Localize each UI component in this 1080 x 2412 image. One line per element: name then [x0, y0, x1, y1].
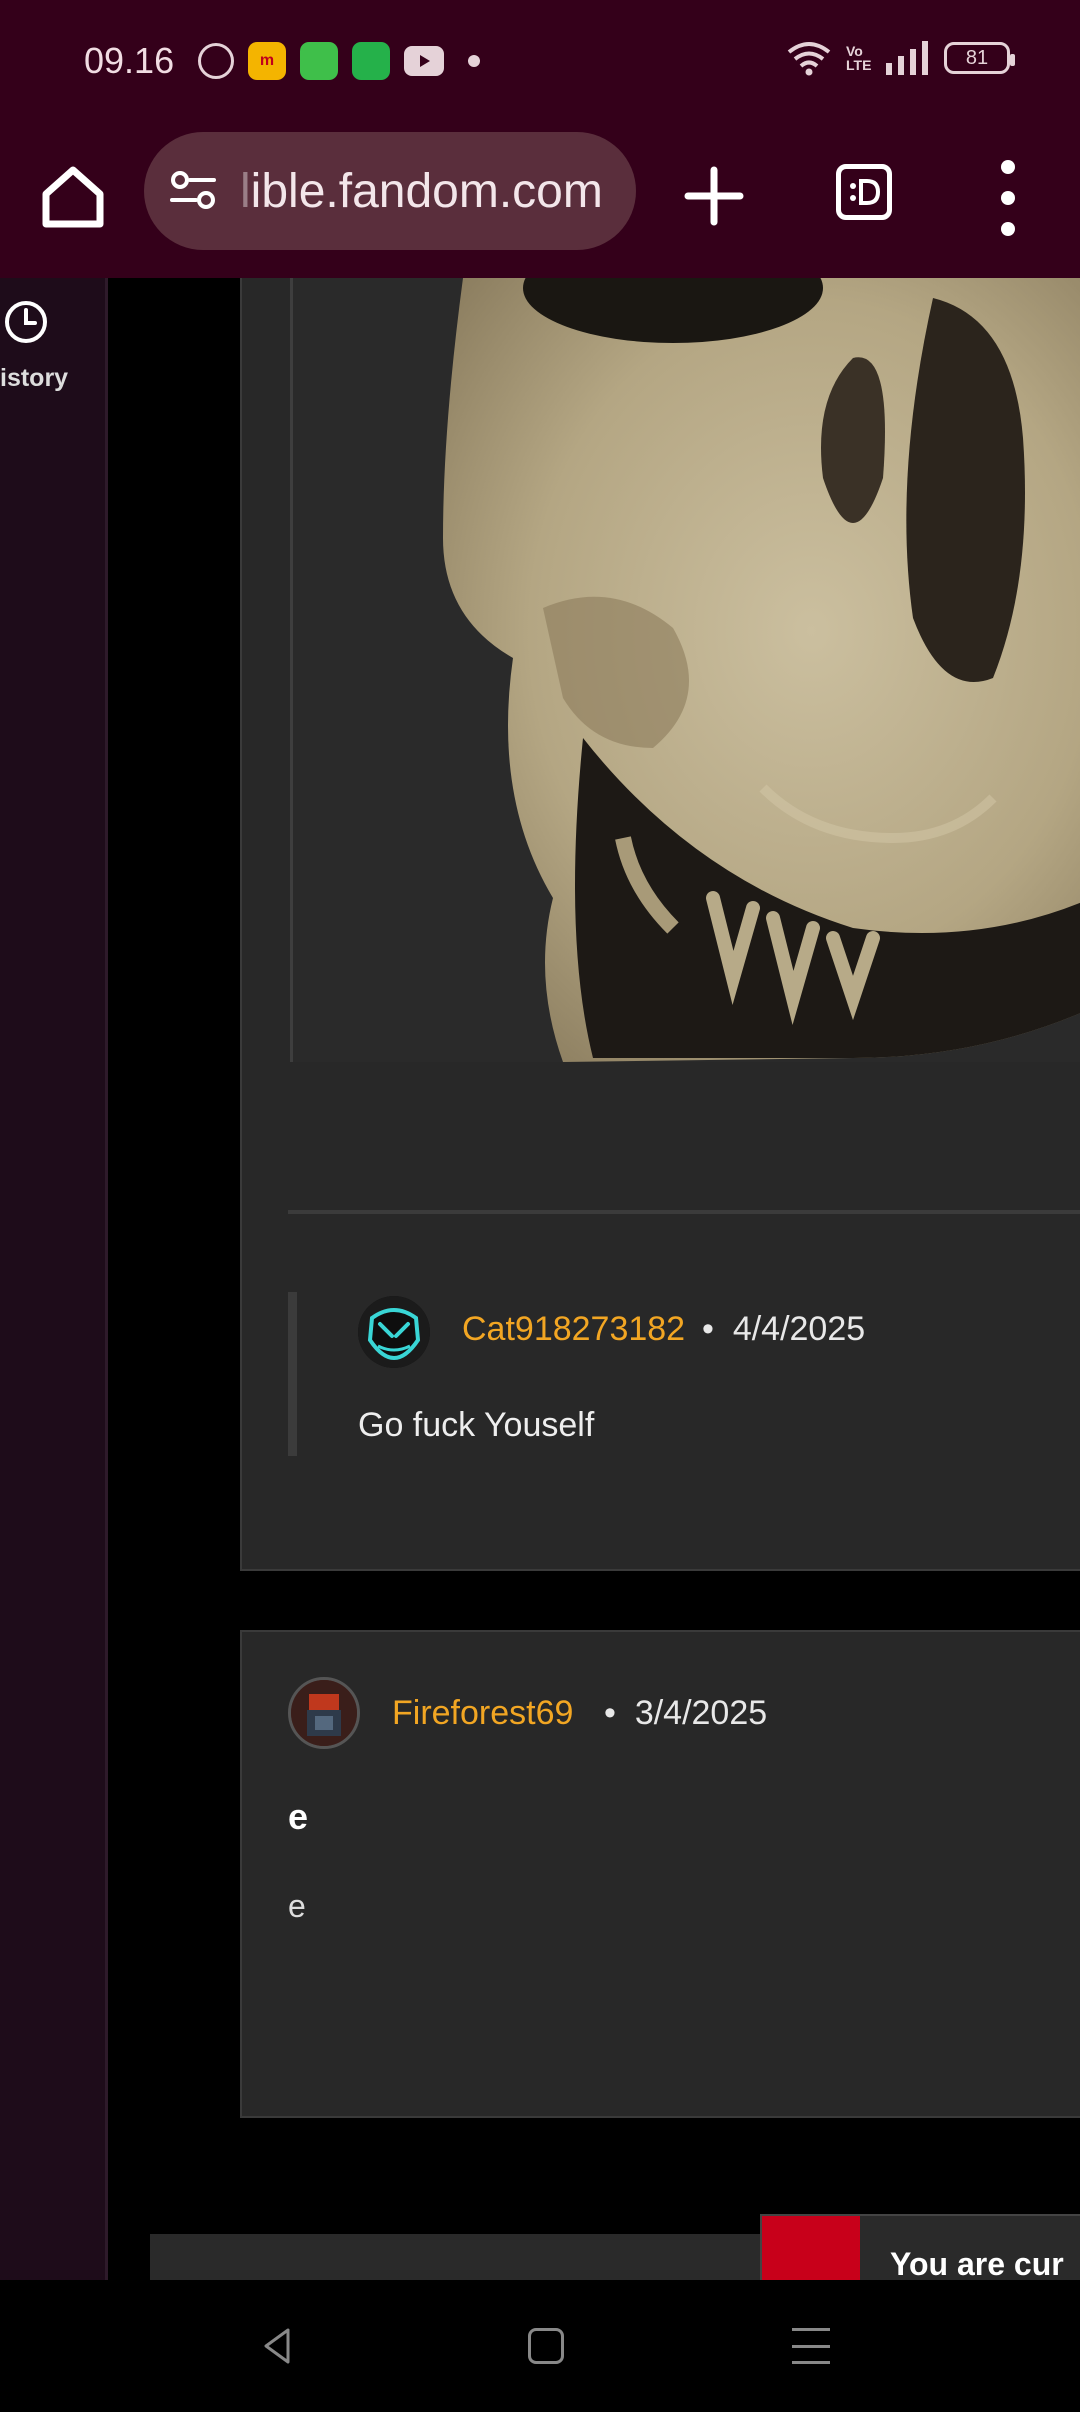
status-bar: 09.16 m Vo LTE 81 [0, 0, 1080, 120]
fandom-side-rail: istory [0, 278, 108, 2280]
skull-image[interactable] [293, 278, 1080, 1062]
new-tab-icon[interactable] [680, 162, 748, 230]
wifi-icon [787, 42, 831, 76]
battery-icon: 81 [944, 42, 1015, 74]
comment-body: e [288, 1888, 306, 1924]
tab-switcher-icon [850, 179, 881, 205]
recents-icon[interactable] [792, 2328, 830, 2364]
quote-border [290, 278, 293, 1062]
battery-level: 81 [965, 46, 989, 69]
status-time: 09.16 [84, 40, 175, 81]
url-text[interactable]: lible.fandom.com [240, 164, 620, 219]
whatsapp-icon [198, 43, 234, 79]
reply-username[interactable]: Cat918273182 [462, 1310, 685, 1349]
comment-avatar[interactable] [288, 1677, 360, 1749]
comment-title: e [288, 1796, 309, 1837]
myim3-icon: m [248, 42, 286, 80]
divider [288, 1210, 1080, 1214]
volte-indicator: Vo LTE [846, 43, 872, 73]
toast-text: You are cur [890, 2246, 1064, 2280]
reply-border [288, 1292, 297, 1456]
address-bar[interactable]: lible.fandom.com [144, 132, 636, 250]
reply-meta: • 4/4/2025 [702, 1310, 865, 1349]
messages-icon [352, 42, 390, 80]
comment-meta: • 3/4/2025 [604, 1694, 767, 1733]
reply-avatar[interactable] [358, 1296, 430, 1368]
notification-icons: m [198, 42, 480, 80]
history-label[interactable]: istory [0, 364, 68, 393]
reply-date: 4/4/2025 [732, 1310, 866, 1348]
reply-text: Go fuck Youself [358, 1406, 595, 1444]
youtube-icon [404, 46, 444, 76]
system-status: Vo LTE 81 [786, 40, 1015, 76]
history-icon[interactable] [2, 298, 50, 346]
system-navigation-bar [0, 2280, 1080, 2412]
comment-date: 3/4/2025 [634, 1694, 768, 1732]
shop-icon [300, 42, 338, 80]
url-main: ible.fandom.com [250, 164, 603, 218]
browser-toolbar: lible.fandom.com [0, 120, 1080, 278]
home-icon[interactable] [36, 160, 110, 234]
web-page[interactable]: istory Cat918273182 • 4/4/2025 Go fuck Y… [0, 278, 1080, 2280]
more-notifications-dot [468, 55, 480, 67]
back-icon[interactable] [256, 2324, 300, 2368]
url-prefix: l [240, 164, 251, 218]
comment-card: Fireforest69 • 3/4/2025 e e [240, 1630, 1080, 2118]
signal-icon [886, 41, 928, 75]
comment-card: Cat918273182 • 4/4/2025 Go fuck Youself [240, 278, 1080, 1571]
tab-switcher-button[interactable] [836, 164, 892, 220]
notification-toast[interactable]: You are cur [760, 2214, 1080, 2280]
reply-separator: • [702, 1310, 714, 1348]
toast-badge [762, 2216, 860, 2280]
home-nav-icon[interactable] [528, 2328, 564, 2364]
site-settings-icon[interactable] [168, 166, 218, 216]
comment-username[interactable]: Fireforest69 [392, 1694, 573, 1733]
overflow-menu-icon[interactable] [990, 160, 1026, 236]
comment-separator: • [604, 1694, 616, 1732]
